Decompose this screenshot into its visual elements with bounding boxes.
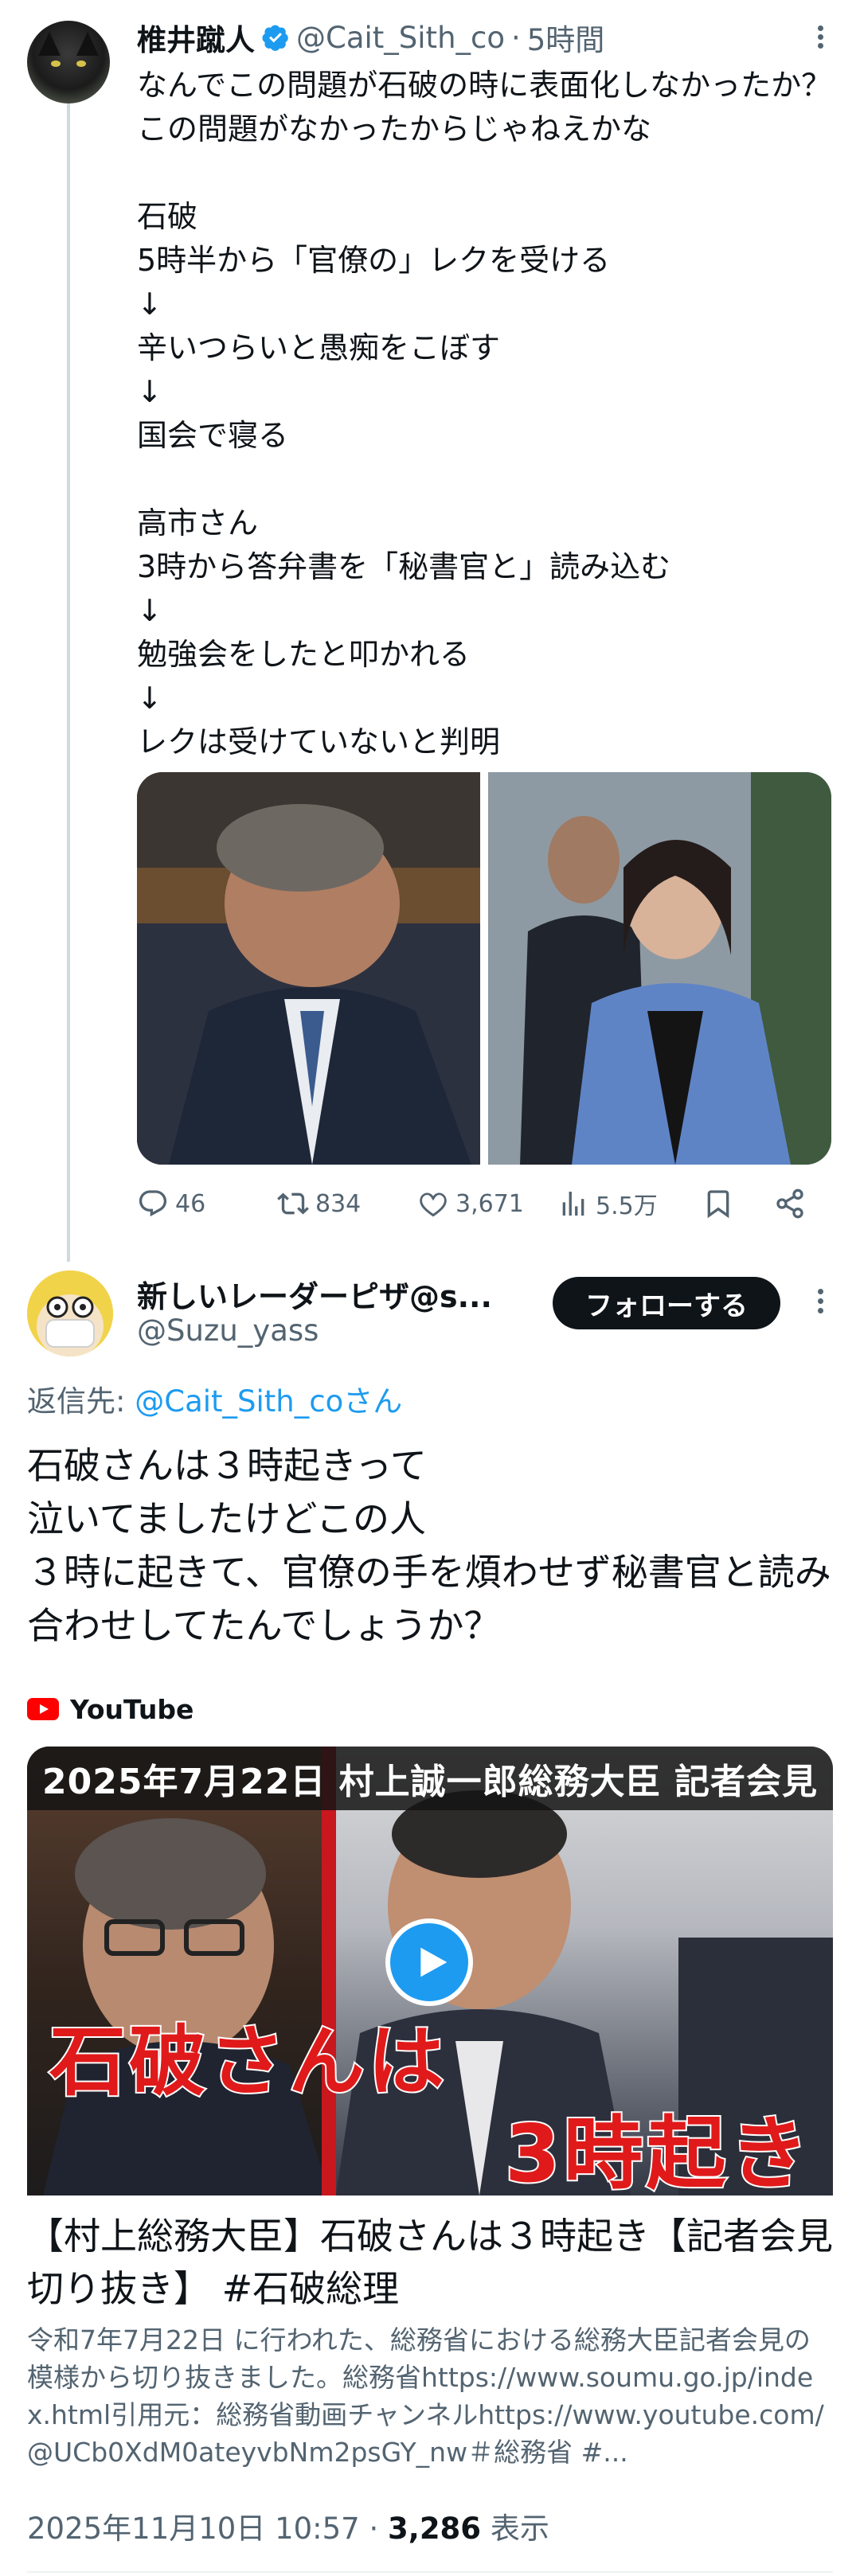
follow-button[interactable]: フォローする bbox=[553, 1277, 780, 1329]
reply-avatar[interactable] bbox=[27, 1270, 113, 1356]
more-options-icon[interactable] bbox=[804, 1285, 836, 1320]
like-count: 3,671 bbox=[455, 1189, 524, 1218]
like-icon bbox=[420, 1192, 447, 1217]
thumbnail-man-glasses-image bbox=[43, 1818, 330, 2195]
reply-count: 46 bbox=[175, 1189, 206, 1218]
tweet-metadata: 2025年11月10日 10:57 · 3,286 表示 bbox=[27, 2504, 549, 2547]
thread-connector-line bbox=[67, 103, 70, 1262]
reply-author-name[interactable]: 新しいレーダーピザ@s... bbox=[137, 1272, 492, 1316]
author-name[interactable]: 椎井蹴人 bbox=[137, 16, 255, 59]
tweet-media bbox=[137, 772, 831, 1165]
video-thumbnail[interactable]: 2025年7月22日 村上誠一郎総務大臣 記者会見 石破さんは 3時起き bbox=[27, 1747, 833, 2195]
photo-sleeping-man-image bbox=[137, 772, 480, 1165]
cat-eye-shape bbox=[76, 60, 86, 67]
link-card-title[interactable]: 【村上総務大臣】石破さんは３時起き【記者会見切り抜き】 #石破総理 bbox=[27, 2210, 833, 2315]
cat-eye-shape bbox=[51, 60, 61, 67]
share-icon bbox=[776, 1188, 803, 1219]
verified-badge-icon bbox=[262, 25, 288, 51]
reply-to-prefix: 返信先: bbox=[27, 1384, 135, 1419]
separator-dot: · bbox=[511, 20, 521, 55]
link-card-source-name: YouTube bbox=[70, 1693, 194, 1725]
views-label: 表示 bbox=[481, 2512, 549, 2546]
avatar[interactable] bbox=[27, 21, 110, 103]
tweet-action-bar: 46 834 3,671 5.5万 bbox=[137, 1180, 831, 1228]
thumbnail-overlay-text: 石破さんは bbox=[48, 2016, 448, 2108]
reply-author-handle[interactable]: @Suzu_yass bbox=[137, 1313, 319, 1348]
cat-ear-shape bbox=[76, 32, 99, 56]
thumbnail-caption: 2025年7月22日 村上誠一郎総務大臣 記者会見 bbox=[42, 1762, 818, 1802]
thumbnail-left-photo bbox=[27, 1747, 330, 2195]
tweet-header: 椎井蹴人 @Cait_Sith_co · 5時間 bbox=[137, 18, 836, 57]
cat-ear-shape bbox=[38, 32, 61, 56]
more-options-icon[interactable] bbox=[804, 22, 836, 54]
repost-icon bbox=[277, 1192, 309, 1215]
tweet-text: なんでこの問題が石破の時に表面化しなかったか？この問題がなかったからじゃねえかな… bbox=[137, 68, 832, 759]
bookmark-button[interactable] bbox=[702, 1180, 734, 1228]
views-count: 5.5万 bbox=[596, 1192, 658, 1220]
author-handle[interactable]: @Cait_Sith_co bbox=[296, 21, 505, 55]
views-icon bbox=[562, 1192, 584, 1216]
like-button[interactable]: 3,671 bbox=[417, 1180, 524, 1228]
tweet-timestamp[interactable]: 2025年11月10日 10:57 bbox=[27, 2512, 360, 2546]
tweet-time[interactable]: 5時間 bbox=[527, 16, 605, 59]
photo-woman-image bbox=[488, 772, 831, 1165]
thumbnail-divider bbox=[322, 1747, 336, 2195]
reply-button[interactable]: 46 bbox=[137, 1180, 205, 1228]
meta-separator: · bbox=[359, 2512, 389, 2546]
thumbnail-caption-bar: 2025年7月22日 村上誠一郎総務大臣 記者会見 bbox=[27, 1747, 833, 1810]
reply-to-line: 返信先: @Cait_Sith_coさん bbox=[27, 1377, 402, 1420]
youtube-logo-icon bbox=[27, 1698, 59, 1720]
view-count: 3,286 bbox=[388, 2512, 482, 2546]
repost-count: 834 bbox=[315, 1189, 362, 1218]
views-button[interactable]: 5.5万 bbox=[557, 1180, 658, 1228]
reply-to-handle-link[interactable]: @Cait_Sith_coさん bbox=[135, 1384, 402, 1419]
link-card-source: YouTube bbox=[27, 1691, 194, 1727]
reply-tweet-text: 石破さんは３時起きって 泣いてましたけどこの人 ３時に起きて、官僚の手を煩わせず… bbox=[27, 1444, 831, 1647]
divider bbox=[27, 2571, 833, 2573]
reply-icon bbox=[139, 1190, 167, 1217]
share-button[interactable] bbox=[774, 1180, 806, 1228]
play-icon bbox=[420, 1947, 448, 1977]
play-button[interactable] bbox=[385, 1918, 473, 2006]
tweet-photo[interactable] bbox=[137, 772, 480, 1165]
link-card-description: 令和7年7月22日 に行われた、総務省における総務大臣記者会見の模様から切り抜き… bbox=[27, 2324, 824, 2468]
tweet-photo[interactable] bbox=[488, 772, 831, 1165]
bookmark-icon bbox=[707, 1190, 729, 1219]
thumbnail-overlay-text: 3時起き bbox=[503, 2106, 812, 2195]
avatar-character-image bbox=[27, 1270, 113, 1356]
repost-button[interactable]: 834 bbox=[277, 1180, 361, 1228]
